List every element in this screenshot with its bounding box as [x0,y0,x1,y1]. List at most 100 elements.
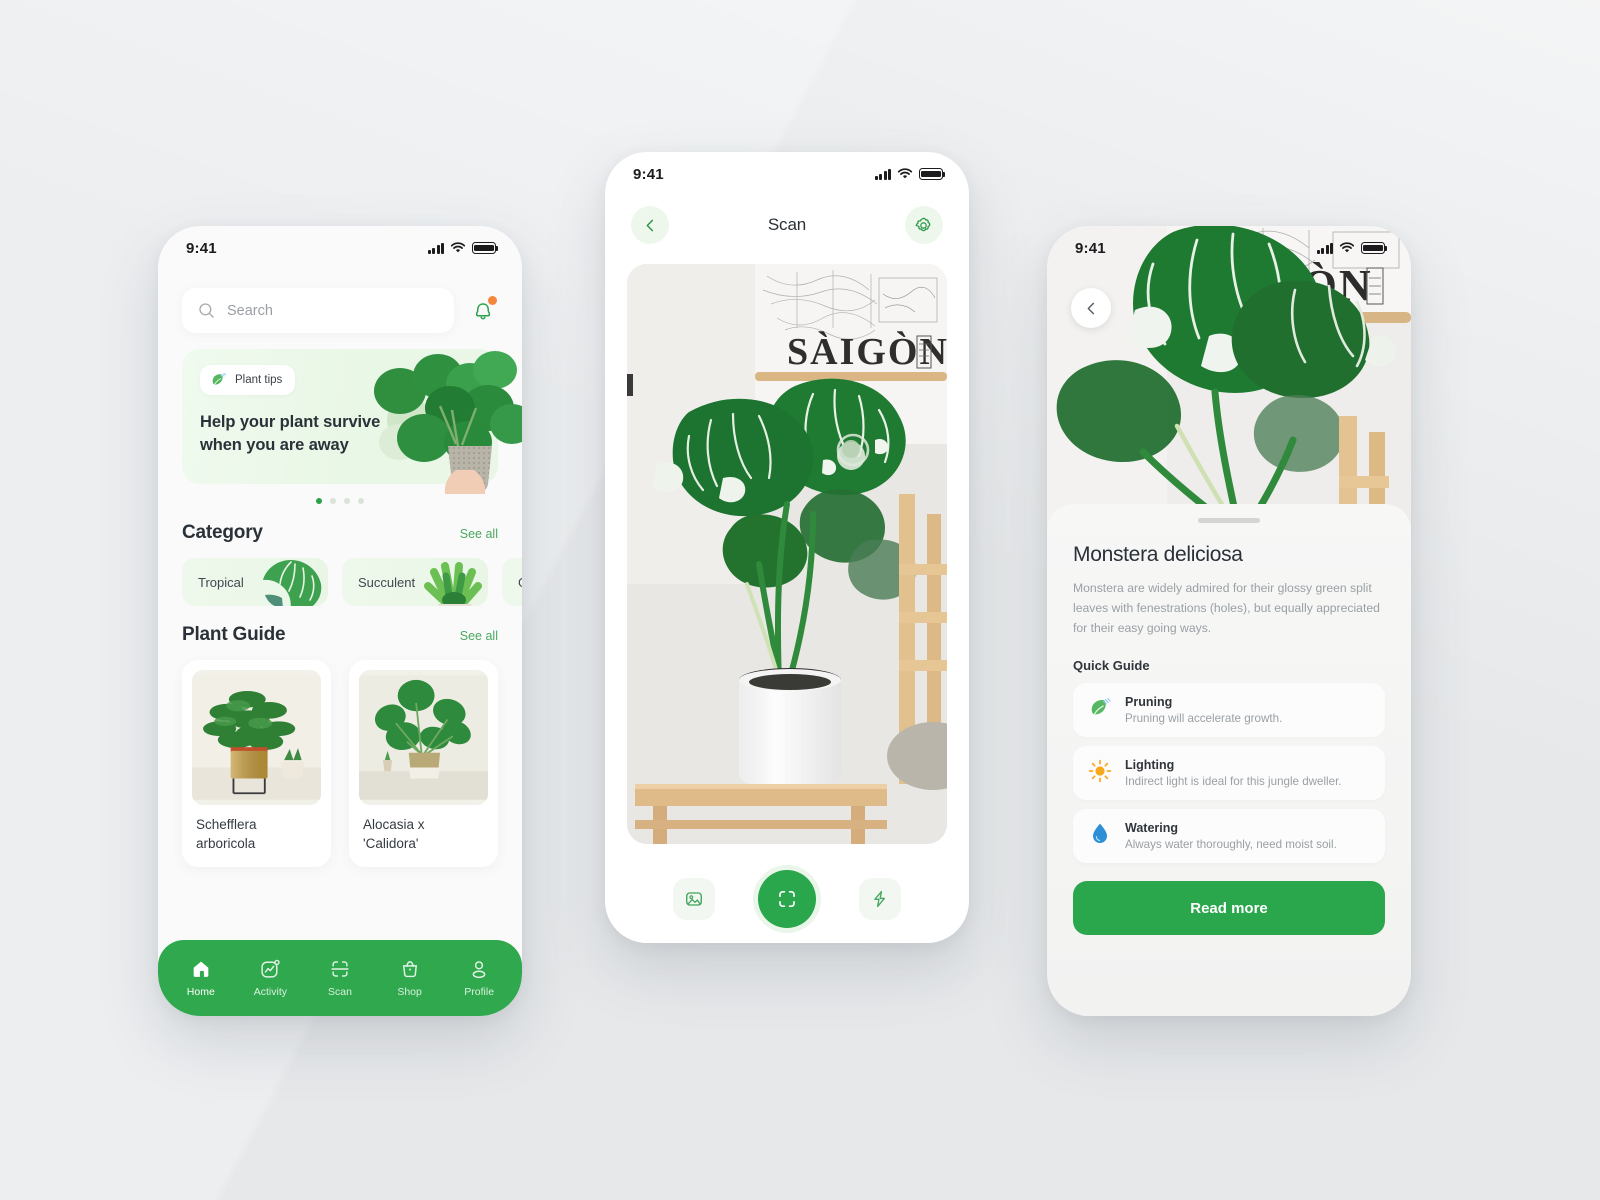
plant-guide-card-row: Schefflera arboricola Alocasia x 'Calido… [158,646,522,868]
phone-scan-screen: 9:41 Scan SÀIGÒN [605,152,969,943]
category-see-all-link[interactable]: See all [460,527,498,541]
status-icons [427,242,499,254]
plant-tips-chip: Plant tips [200,365,296,395]
chevron-left-icon [1087,302,1094,314]
scan-frame-icon [331,961,349,977]
chevron-left-icon [646,219,653,231]
status-bar: 9:41 [1047,226,1411,270]
category-chip-succulent[interactable]: Succulent [342,558,488,606]
carousel-dot-2[interactable] [330,498,336,504]
person-icon [472,961,486,979]
quick-guide-subtitle: Indirect light is ideal for this jungle … [1125,775,1342,789]
status-bar: 9:41 [605,152,969,196]
activity-chart-icon [261,959,281,978]
gallery-button[interactable] [672,878,715,920]
alocasia-calidora-photo [359,675,488,800]
scan-frame-icon [779,890,795,908]
back-button[interactable] [1071,288,1111,328]
search-row: Search [158,270,522,333]
category-chip-garden[interactable]: Gar [502,558,522,606]
search-placeholder: Search [227,302,273,319]
phone-plant-detail-screen: SÀIGÒN [1047,226,1411,1016]
plant-tips-chip-label: Plant tips [235,374,283,386]
tab-label: Home [186,986,215,998]
tab-label: Shop [397,986,422,998]
plant-guide-see-all-link[interactable]: See all [460,629,498,643]
tab-scan[interactable]: Scan [309,958,371,998]
tab-label: Profile [464,986,495,998]
quick-guide-heading: Quick Guide [1073,658,1150,674]
category-chip-tropical[interactable]: Tropical [182,558,328,606]
tab-home[interactable]: Home [170,958,232,998]
cellular-signal-icon [427,242,444,254]
read-more-button[interactable]: Read more [1073,881,1385,936]
quick-guide-item-lighting[interactable]: Lighting Indirect light is ideal for thi… [1073,746,1385,801]
flash-button[interactable] [859,878,902,920]
leaf-wind-icon [1087,695,1113,721]
monstera-leaf-art [263,560,322,606]
status-icons [1316,242,1388,254]
plant-guide-heading: Plant Guide [182,624,286,645]
carousel-dot-1[interactable] [316,498,322,504]
plant-card-alocasia[interactable]: Alocasia x 'Calidora' [349,660,498,868]
tab-activity[interactable]: Activity [239,958,301,998]
plant-card-thumbnail [192,670,321,805]
category-heading: Category [182,522,263,543]
quick-guide-list: Pruning Pruning will accelerate growth. … [1073,683,1385,864]
sun-icon [1087,758,1113,784]
quick-guide-item-watering[interactable]: Watering Always water thoroughly, need m… [1073,809,1385,864]
notification-bell-button[interactable] [468,295,498,326]
leaf-wind-icon [212,372,227,386]
tab-label: Activity [253,986,288,998]
notification-badge-dot [488,295,497,305]
back-button[interactable] [631,206,669,244]
plant-card-thumbnail [359,670,488,805]
plant-card-name: Schefflera arboricola [196,817,257,851]
plant-card-schefflera[interactable]: Schefflera arboricola [182,660,331,868]
plant-tips-banner[interactable]: Plant tips Help your plant survive when … [182,349,522,494]
monstera-deliciosa-on-wooden-stool-photo: SÀIGÒN [627,264,947,844]
status-time: 9:41 [633,165,664,183]
settings-button[interactable] [904,206,943,244]
status-icons [874,168,946,180]
schefflera-in-gold-pot-photo [192,675,321,800]
sheet-drag-handle[interactable] [1198,518,1260,523]
category-chip-label: Gar [518,575,522,590]
carousel-dot-3[interactable] [344,498,350,504]
status-bar: 9:41 [158,226,522,270]
page-title: Scan [767,215,807,234]
search-icon [199,303,214,318]
succulent-plant-art [424,562,482,606]
status-time: 9:41 [186,239,217,257]
category-chip-label: Tropical [198,574,244,590]
wifi-icon [450,242,466,253]
search-input[interactable]: Search [182,288,454,333]
category-chip-label: Succulent [358,574,416,590]
capture-button[interactable] [757,870,816,928]
phone-home-screen: 9:41 Search Plant tips Help your plant s… [158,226,522,1016]
cellular-signal-icon [1316,242,1333,254]
category-chip-row[interactable]: Tropical Succulent Gar [158,544,522,606]
quick-guide-title: Lighting [1125,758,1175,773]
plant-detail-sheet: Monstera deliciosa Monstera are widely a… [1047,504,1411,1016]
gear-icon [916,217,931,231]
quick-guide-title: Watering [1125,821,1179,836]
plant-title: Monstera deliciosa [1073,543,1243,566]
shopping-bag-icon [402,961,417,978]
plant-guide-section-header: Plant Guide See all [158,606,522,646]
quick-guide-item-pruning[interactable]: Pruning Pruning will accelerate growth. [1073,683,1385,738]
tab-profile[interactable]: Profile [448,958,510,998]
tab-shop[interactable]: Shop [379,958,441,998]
status-time: 9:41 [1075,239,1106,257]
battery-icon [472,242,499,254]
image-picker-icon [685,892,702,906]
battery-icon [1361,242,1388,254]
wifi-icon [897,168,913,179]
carousel-dot-4[interactable] [358,498,364,504]
magazine-title-text: SÀIGÒN [787,331,947,373]
camera-viewport[interactable]: SÀIGÒN [627,264,947,844]
quick-guide-subtitle: Pruning will accelerate growth. [1125,712,1283,726]
water-drop-icon [1087,821,1113,847]
scan-header: Scan [605,196,969,244]
category-section-header: Category See all [158,504,522,544]
